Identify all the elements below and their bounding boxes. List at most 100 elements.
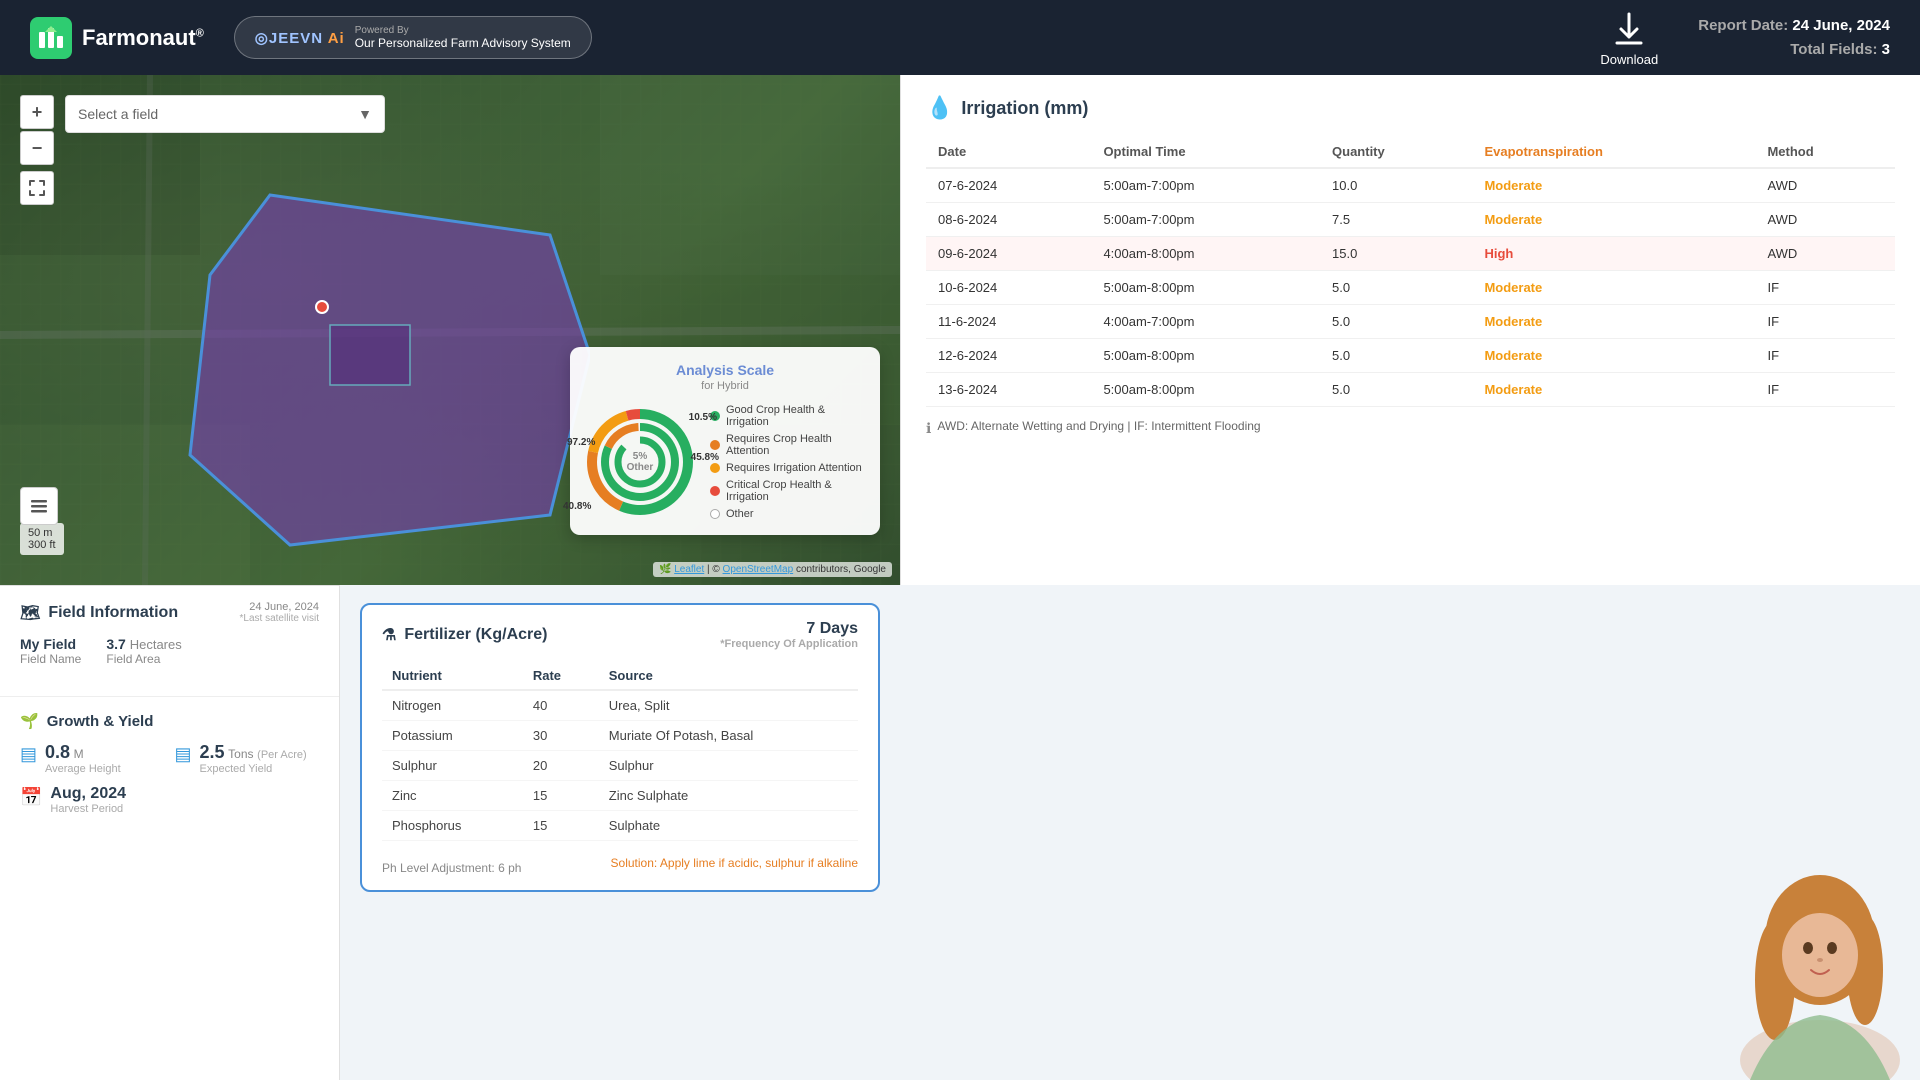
donut-chart: 97.2% 10.5% 45.8% 40.8% [585,407,695,517]
fert-rate: 40 [523,690,599,721]
scale-meters: 50 m [28,527,56,539]
irr-evap: Moderate [1472,168,1755,203]
fert-nutrient: Sulphur [382,751,523,781]
irr-col-time: Optimal Time [1091,136,1320,168]
irr-date: 08-6-2024 [926,203,1091,237]
growth-yield-section: 🌱 Growth & Yield ▤ 0.8 M Average Height [0,697,339,830]
growth-yield-grid: ▤ 0.8 M Average Height ▤ [20,742,319,815]
donut-center-pct: 5% [633,451,647,462]
fullscreen-button[interactable] [20,171,54,205]
irr-qty: 5.0 [1320,271,1472,305]
fertilizer-days: 7 Days *Frequency Of Application [720,620,858,650]
zoom-out-button[interactable]: − [20,131,54,165]
fert-source: Urea, Split [599,690,858,721]
fert-source: Muriate Of Potash, Basal [599,721,858,751]
irr-qty: 10.0 [1320,168,1472,203]
report-info: Report Date: 24 June, 2024 Total Fields:… [1698,14,1890,62]
irr-time: 4:00am-7:00pm [1091,305,1320,339]
field-select-value: Select a field [78,106,158,122]
scale-feet: 300 ft [28,539,56,551]
fert-table-row: Nitrogen 40 Urea, Split [382,690,858,721]
irr-table-row: 08-6-2024 5:00am-7:00pm 7.5 Moderate AWD [926,203,1895,237]
irr-date: 10-6-2024 [926,271,1091,305]
field-area-value: 3.7 Hectares [106,636,181,652]
yield-item: ▤ 2.5 Tons (Per Acre) Expected Yield [175,742,320,775]
fert-col-nutrient: Nutrient [382,662,523,690]
irr-qty: 15.0 [1320,237,1472,271]
irr-col-evap: Evapotranspiration [1472,136,1755,168]
irr-date: 12-6-2024 [926,339,1091,373]
fert-source: Sulphur [599,751,858,781]
irr-method: AWD [1755,237,1895,271]
irr-time: 5:00am-8:00pm [1091,339,1320,373]
harvest-value: Aug, 2024 [50,785,126,803]
irr-table-row: 13-6-2024 5:00am-8:00pm 5.0 Moderate IF [926,373,1895,407]
irr-evap: Moderate [1472,373,1755,407]
fert-nutrient: Potassium [382,721,523,751]
growth-yield-title: 🌱 Growth & Yield [20,712,319,730]
spacer [900,585,1920,1080]
map-marker [315,300,329,314]
awd-note: ℹ AWD: Alternate Wetting and Drying | IF… [926,419,1895,437]
fert-source: Sulphate [599,811,858,841]
download-button[interactable]: Download [1600,9,1658,67]
irr-qty: 7.5 [1320,203,1472,237]
bottom-row: 🗺 Field Information 24 June, 2024 *Last … [0,585,900,1080]
zoom-in-button[interactable]: + [20,95,54,129]
irr-date: 07-6-2024 [926,168,1091,203]
field-area-item: 3.7 Hectares Field Area [106,636,181,666]
awd-note-text: AWD: Alternate Wetting and Drying | IF: … [937,419,1260,433]
header-right: Download Report Date: 24 June, 2024 Tota… [1600,9,1890,67]
irr-method: IF [1755,305,1895,339]
info-icon: ℹ [926,420,931,437]
logo-area: Farmonaut® [30,17,204,59]
irrigation-title-text: Irrigation (mm) [961,98,1088,119]
fertilizer-table: Nutrient Rate Source Nitrogen 40 Urea, S… [382,662,858,841]
irr-table-row: 12-6-2024 5:00am-8:00pm 5.0 Moderate IF [926,339,1895,373]
legend-label-critical: Critical Crop Health & Irrigation [726,479,865,503]
legend-item-other: Other [710,508,865,520]
legend-dot-other [710,509,720,519]
header: Farmonaut® ◎JEEVN Ai Powered By Our Pers… [0,0,1920,75]
fert-rate: 20 [523,751,599,781]
field-select-dropdown[interactable]: Select a field ▼ [65,95,385,133]
irr-table-row: 11-6-2024 4:00am-7:00pm 5.0 Moderate IF [926,305,1895,339]
field-info-title: 🗺 Field Information [20,603,178,623]
irr-col-method: Method [1755,136,1895,168]
satellite-note: *Last satellite visit [240,613,319,624]
fert-table-row: Zinc 15 Zinc Sulphate [382,781,858,811]
jeevn-logo: ◎JEEVN Ai [255,29,345,47]
map-attribution: 🌿 Leaflet | © OpenStreetMap contributors… [653,562,892,577]
field-details: My Field Field Name 3.7 Hectares Field A… [20,636,319,666]
fertilizer-title: ⚗ Fertilizer (Kg/Acre) [382,625,547,645]
irr-method: IF [1755,271,1895,305]
field-area-sub: Field Area [106,652,181,666]
fert-rate: 30 [523,721,599,751]
height-value: 0.8 M [45,742,121,763]
irr-method: IF [1755,339,1895,373]
irr-col-qty: Quantity [1320,136,1472,168]
main-content: + − Select a field ▼ 50 m 300 ft [0,75,1920,1080]
harvest-item: 📅 Aug, 2024 Harvest Period [20,785,165,815]
irrigation-table: Date Optimal Time Quantity Evapotranspir… [926,136,1895,407]
irr-time: 5:00am-8:00pm [1091,271,1320,305]
field-name-value: My Field [20,636,81,652]
yield-icon: ▤ [175,744,192,765]
legend-dot-critical [710,486,720,496]
fertilizer-panel: ⚗ Fertilizer (Kg/Acre) 7 Days *Frequency… [360,603,880,892]
field-polygon [170,175,590,555]
field-info-header: 🗺 Field Information 24 June, 2024 *Last … [20,601,319,624]
fert-rate: 15 [523,781,599,811]
layers-button[interactable] [20,487,58,525]
fert-nutrient: Zinc [382,781,523,811]
field-icon: 🗺 [20,603,40,623]
irr-table-row: 09-6-2024 4:00am-8:00pm 15.0 High AWD [926,237,1895,271]
legend-label-other: Other [726,508,754,520]
analysis-legend: Good Crop Health & Irrigation Requires C… [710,404,865,520]
growth-icon: 🌱 [20,712,39,730]
fert-table-row: Sulphur 20 Sulphur [382,751,858,781]
irr-table-row: 07-6-2024 5:00am-7:00pm 10.0 Moderate AW… [926,168,1895,203]
legend-item-good: Good Crop Health & Irrigation [710,404,865,428]
field-name-item: My Field Field Name [20,636,81,666]
calendar-icon: 📅 [20,787,42,808]
